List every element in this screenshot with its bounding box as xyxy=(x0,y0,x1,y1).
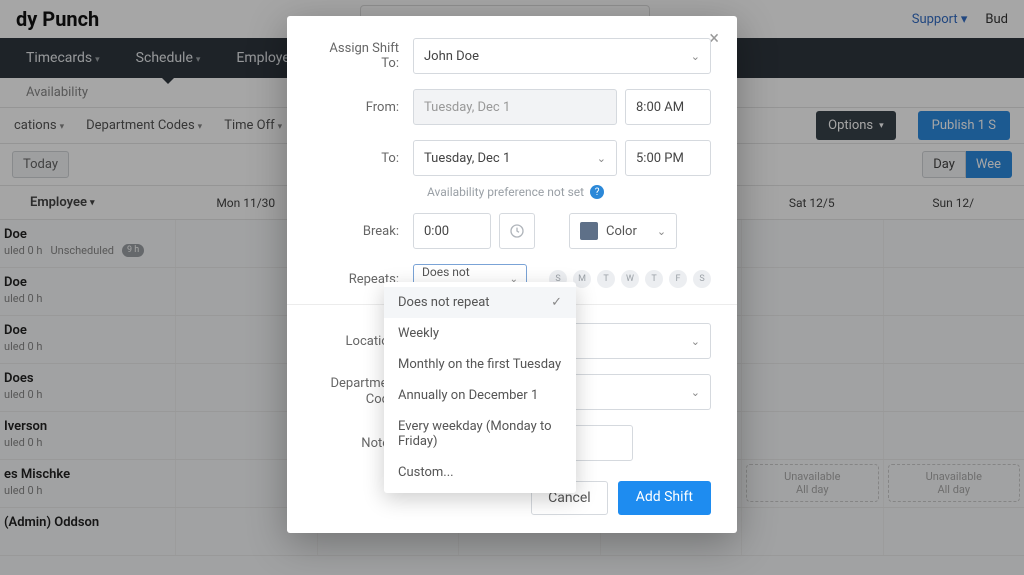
day-chip[interactable]: T xyxy=(597,270,615,288)
day-chip[interactable]: W xyxy=(621,270,639,288)
chevron-down-icon: ⌄ xyxy=(691,335,700,348)
day-chip[interactable]: F xyxy=(669,270,687,288)
clock-icon[interactable] xyxy=(499,213,535,249)
add-shift-button[interactable]: Add Shift xyxy=(618,481,711,515)
chevron-down-icon: ⌄ xyxy=(657,225,666,238)
chevron-down-icon: ⌄ xyxy=(597,152,606,165)
color-swatch xyxy=(580,222,598,240)
chevron-down-icon: ⌄ xyxy=(691,386,700,399)
assign-select[interactable]: John Doe ⌄ xyxy=(413,38,711,74)
check-icon: ✓ xyxy=(551,295,562,310)
to-date-select[interactable]: Tuesday, Dec 1⌄ xyxy=(413,140,617,176)
repeat-option[interactable]: Custom... xyxy=(384,457,576,488)
repeats-dropdown: Does not repeat✓ Weekly Monthly on the f… xyxy=(384,282,576,493)
day-chip[interactable]: S xyxy=(693,270,711,288)
assign-label: Assign Shift To: xyxy=(313,41,413,71)
break-label: Break: xyxy=(313,224,413,239)
break-input[interactable]: 0:00 xyxy=(413,213,491,249)
assign-value: John Doe xyxy=(424,49,479,64)
repeat-option[interactable]: Annually on December 1 xyxy=(384,380,576,411)
repeat-option[interactable]: Weekly xyxy=(384,318,576,349)
repeat-option[interactable]: Monthly on the first Tuesday xyxy=(384,349,576,380)
to-label: To: xyxy=(313,151,413,166)
to-time-input[interactable]: 5:00 PM xyxy=(625,140,711,176)
availability-hint: Availability preference not set ? xyxy=(427,185,711,199)
repeat-option[interactable]: Does not repeat✓ xyxy=(384,287,576,318)
help-icon[interactable]: ? xyxy=(590,185,604,199)
from-time-input[interactable]: 8:00 AM xyxy=(625,89,711,125)
repeat-option[interactable]: Every weekday (Monday to Friday) xyxy=(384,411,576,457)
from-label: From: xyxy=(313,100,413,115)
from-date-input[interactable]: Tuesday, Dec 1 xyxy=(413,89,617,125)
color-select[interactable]: Color ⌄ xyxy=(569,213,677,249)
day-chip[interactable]: T xyxy=(645,270,663,288)
chevron-down-icon: ⌄ xyxy=(691,50,700,63)
